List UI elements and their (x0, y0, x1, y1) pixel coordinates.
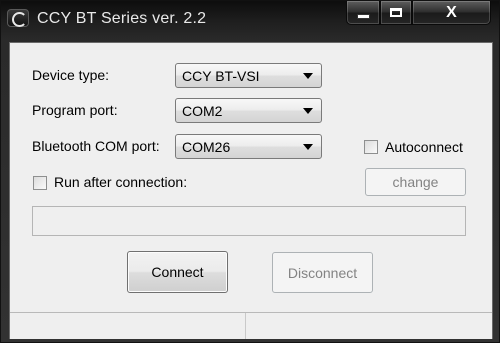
autoconnect-checkbox[interactable] (364, 140, 378, 154)
status-panel-right (247, 313, 492, 339)
disconnect-button[interactable]: Disconnect (272, 252, 373, 293)
title-bar[interactable]: CCY BT Series ver. 2.2 X (1, 1, 500, 35)
status-field (32, 206, 466, 236)
window-title: CCY BT Series ver. 2.2 (37, 10, 207, 27)
maximize-icon (390, 8, 402, 17)
close-icon: X (446, 3, 457, 21)
connect-button[interactable]: Connect (127, 251, 228, 293)
program-port-select[interactable]: COM2 (175, 98, 322, 123)
program-port-label: Program port: (32, 102, 118, 118)
app-window: CCY BT Series ver. 2.2 X Device type: CC… (0, 0, 500, 343)
maximize-button[interactable] (380, 1, 412, 25)
device-type-value: CCY BT-VSI (182, 68, 260, 84)
chevron-down-icon (303, 108, 313, 114)
autoconnect-label[interactable]: Autoconnect (385, 139, 463, 155)
run-after-checkbox[interactable] (33, 176, 47, 190)
device-type-select[interactable]: CCY BT-VSI (175, 63, 322, 88)
bluetooth-port-label: Bluetooth COM port: (32, 138, 160, 154)
chevron-down-icon (303, 73, 313, 79)
bluetooth-port-value: COM26 (182, 139, 231, 155)
bluetooth-port-select[interactable]: COM26 (175, 134, 322, 159)
chevron-down-icon (303, 144, 313, 150)
status-panel-left (10, 313, 246, 339)
minimize-button[interactable] (346, 1, 380, 25)
ccy-logo-icon[interactable] (7, 9, 29, 27)
change-button[interactable]: change (365, 168, 466, 196)
status-bar (10, 312, 492, 339)
close-button[interactable]: X (412, 1, 491, 25)
device-type-label: Device type: (32, 67, 110, 83)
caption-buttons: X (346, 1, 491, 25)
minimize-icon (356, 13, 370, 19)
client-area: Device type: CCY BT-VSI Program port: CO… (9, 42, 493, 339)
program-port-value: COM2 (182, 103, 223, 119)
run-after-label[interactable]: Run after connection: (54, 174, 187, 190)
